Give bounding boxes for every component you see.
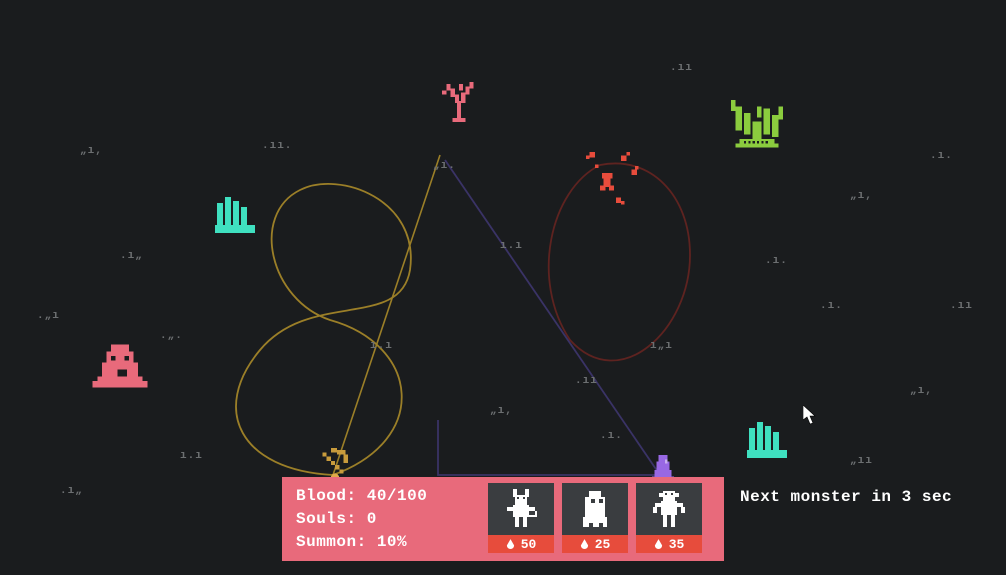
grass-tuft: .„ı	[37, 310, 60, 322]
unit-cost-ghost: 25	[562, 535, 628, 553]
blood-drop-icon	[580, 539, 589, 550]
blood-max: 100	[397, 487, 427, 505]
crystal-sprite	[210, 195, 260, 235]
grass-tuft: .ıı	[950, 300, 973, 312]
blood-drop-icon	[506, 539, 515, 550]
blood-readout: Blood: 40/100	[296, 485, 478, 508]
grass-tuft: .ı.	[820, 300, 843, 312]
unit-cost-value: 50	[521, 537, 537, 552]
unit-portrait-ghost	[562, 483, 628, 535]
grass-tuft: .ı„	[120, 250, 143, 262]
summon-label: Summon:	[296, 533, 367, 551]
unit-card-imp[interactable]: 50	[488, 483, 554, 555]
crystal-sprite	[742, 420, 792, 460]
next-monster-readout: Next monster in 3 sec	[740, 488, 952, 506]
enemy-burst	[572, 145, 642, 215]
unit-cost-imp: 50	[488, 535, 554, 553]
grass-tuft: „ı,	[80, 145, 103, 157]
grass-tuft: „ı.	[433, 160, 456, 172]
grass-tuft: .ıı	[575, 375, 598, 387]
grass-tuft: ı.ı	[370, 340, 393, 352]
grass-tuft: „ı,	[850, 190, 873, 202]
grass-tuft: ı.ı	[500, 240, 523, 252]
tree-sprite	[438, 80, 480, 122]
grass-tuft: „ıı	[850, 455, 873, 467]
next-monster-prefix: Next monster in	[740, 488, 902, 506]
next-monster-seconds: 3	[902, 488, 912, 506]
hud-panel: Blood: 40/100 Souls: 0 Summon: 10%	[282, 477, 724, 561]
blood-current: 40	[367, 487, 387, 505]
grass-tuft: ı.ı	[180, 450, 203, 462]
summon-percent: 10%	[377, 533, 407, 551]
unit-tray: 50	[488, 477, 702, 561]
souls-readout: Souls: 0	[296, 508, 478, 531]
grass-tuft: .„.	[160, 330, 183, 342]
grass-tuft: .ı.	[930, 150, 953, 162]
blood-drop-icon	[654, 539, 663, 550]
souls-label: Souls:	[296, 510, 357, 528]
unit-portrait-imp	[488, 483, 554, 535]
unit-card-ghost[interactable]: 25	[562, 483, 628, 555]
unit-cost-value: 35	[669, 537, 685, 552]
unit-card-goblin[interactable]: 35	[636, 483, 702, 555]
grass-tuft: „ı,	[910, 385, 933, 397]
stats-block: Blood: 40/100 Souls: 0 Summon: 10%	[282, 477, 488, 561]
grass-tuft: .ı.	[600, 430, 623, 442]
souls-value: 0	[367, 510, 377, 528]
unit-portrait-goblin	[636, 483, 702, 535]
next-monster-suffix: sec	[912, 488, 952, 506]
blood-label: Blood:	[296, 487, 357, 505]
grass-tuft: .ı„	[60, 485, 83, 497]
plant-sprite	[728, 100, 786, 152]
rock-sprite	[92, 340, 148, 390]
unit-cost-goblin: 35	[636, 535, 702, 553]
grass-tuft: ı„ı	[650, 340, 673, 352]
unit-cost-value: 25	[595, 537, 611, 552]
grass-tuft: „ı,	[490, 405, 513, 417]
game-stage[interactable]: „ı, .ıı. „ı. .ı„ ı.ı .ıı „ı, .ı. .„ı ı.ı…	[0, 0, 1006, 575]
grass-tuft: .ıı	[670, 62, 693, 74]
grass-tuft: .ıı.	[262, 140, 292, 152]
grass-tuft: .ı.	[765, 255, 788, 267]
summon-readout: Summon: 10%	[296, 531, 478, 554]
mouse-cursor	[803, 405, 817, 425]
